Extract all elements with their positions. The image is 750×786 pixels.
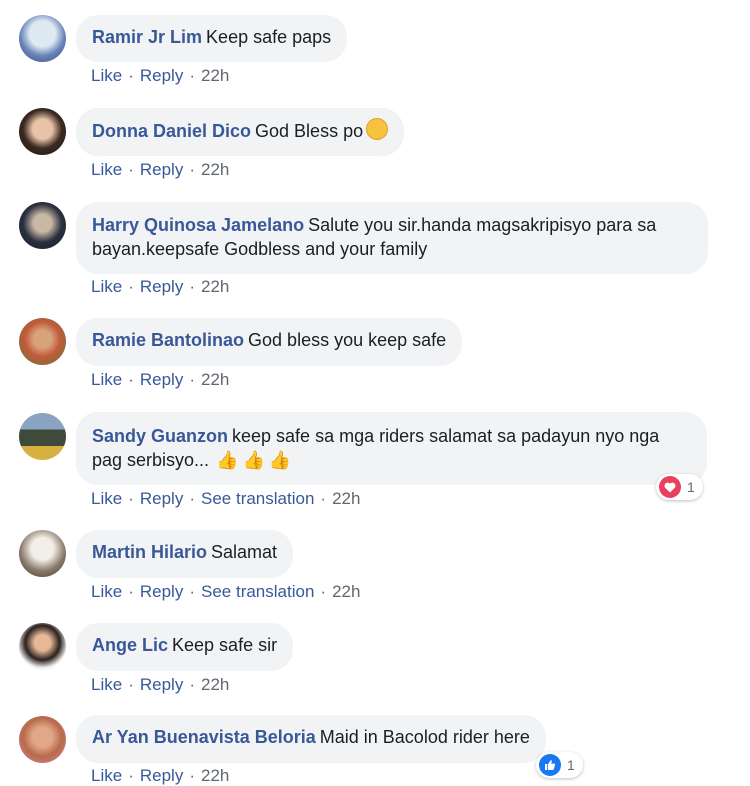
comment-author[interactable]: Ramie Bantolinao	[92, 330, 244, 350]
comment-text: Salamat	[211, 542, 278, 562]
comment-author[interactable]: Martin Hilario	[92, 542, 207, 562]
comment-actions: Like · Reply · 22h	[91, 766, 230, 785]
reply-link[interactable]: Reply	[140, 675, 183, 694]
comment-bubble: Harry Quinosa Jamelano Salute you sir.han…	[76, 202, 708, 274]
timestamp[interactable]: 22h	[201, 160, 229, 179]
reply-link[interactable]: Reply	[140, 66, 183, 85]
comment-text: Keep safe sir	[172, 635, 278, 655]
comment-bubble: Martin Hilario Salamat	[76, 530, 294, 578]
comment-actions: Like · Reply · 22h	[91, 370, 230, 389]
see-translation-link[interactable]: See translation	[201, 582, 314, 601]
like-link[interactable]: Like	[91, 66, 122, 85]
comment-bubble: Ramie Bantolinao God bless you keep safe	[76, 318, 463, 366]
comment-bubble: Ramir Jr Lim Keep safe paps	[76, 15, 348, 62]
like-link[interactable]: Like	[91, 277, 122, 296]
comment-actions: Like · Reply · See translation · 22h	[91, 489, 361, 508]
avatar[interactable]	[19, 108, 66, 155]
avatar[interactable]	[19, 318, 66, 365]
comment-author[interactable]: Ramir Jr Lim	[92, 27, 202, 47]
thumbs-up-emoji: 👍 👍 👍	[216, 450, 292, 470]
timestamp[interactable]: 22h	[332, 489, 360, 508]
avatar[interactable]	[19, 716, 66, 763]
comment-author[interactable]: Ar Yan Buenavista Beloria	[92, 727, 316, 747]
like-link[interactable]: Like	[91, 766, 122, 785]
comment-bubble: Sandy Guanzon keep safe sa mga riders sal…	[76, 412, 707, 485]
timestamp[interactable]: 22h	[201, 277, 229, 296]
see-translation-link[interactable]: See translation	[201, 489, 314, 508]
like-link[interactable]: Like	[91, 675, 122, 694]
timestamp[interactable]: 22h	[201, 766, 229, 785]
timestamp[interactable]: 22h	[201, 66, 229, 85]
avatar[interactable]	[19, 202, 66, 249]
reaction-count: 1	[687, 479, 695, 495]
comment-author[interactable]: Harry Quinosa Jamelano	[92, 215, 304, 235]
like-link[interactable]: Like	[91, 160, 122, 179]
like-link[interactable]: Like	[91, 489, 122, 508]
reaction-count: 1	[567, 757, 575, 773]
comment-author[interactable]: Ange Lic	[92, 635, 168, 655]
comment-text: Keep safe paps	[206, 27, 332, 47]
comment-text: God Bless po	[255, 121, 364, 141]
comment-bubble: Ange Lic Keep safe sir	[76, 623, 294, 671]
timestamp[interactable]: 22h	[201, 675, 229, 694]
reply-link[interactable]: Reply	[140, 277, 183, 296]
avatar[interactable]	[19, 530, 66, 577]
like-link[interactable]: Like	[91, 370, 122, 389]
avatar[interactable]	[19, 413, 66, 460]
comment-actions: Like · Reply · 22h	[91, 160, 230, 179]
comment-actions: Like · Reply · 22h	[91, 277, 230, 296]
reply-link[interactable]: Reply	[140, 489, 183, 508]
avatar[interactable]	[19, 623, 66, 670]
like-link[interactable]: Like	[91, 582, 122, 601]
comment-author[interactable]: Donna Daniel Dico	[92, 121, 251, 141]
comment-actions: Like · Reply · 22h	[91, 675, 230, 694]
comment-actions: Like · Reply · 22h	[91, 66, 230, 85]
comment-author[interactable]: Sandy Guanzon	[92, 426, 228, 446]
like-icon	[539, 754, 561, 776]
comment-text: Maid in Bacolod rider here	[319, 727, 530, 747]
reaction-badge[interactable]: 1	[536, 752, 583, 778]
comment-bubble: Donna Daniel Dico God Bless po	[76, 108, 405, 156]
reply-link[interactable]: Reply	[140, 370, 183, 389]
smiling-face-emoji	[366, 118, 389, 140]
timestamp[interactable]: 22h	[332, 582, 360, 601]
reply-link[interactable]: Reply	[140, 766, 183, 785]
timestamp[interactable]: 22h	[201, 370, 229, 389]
comment-actions: Like · Reply · See translation · 22h	[91, 582, 361, 601]
love-icon	[659, 476, 681, 498]
reply-link[interactable]: Reply	[140, 582, 183, 601]
avatar[interactable]	[19, 15, 66, 62]
reply-link[interactable]: Reply	[140, 160, 183, 179]
reaction-badge[interactable]: 1	[656, 474, 703, 500]
comment-text: God bless you keep safe	[248, 330, 447, 350]
comment-bubble: Ar Yan Buenavista Beloria Maid in Bacolod…	[76, 715, 546, 763]
